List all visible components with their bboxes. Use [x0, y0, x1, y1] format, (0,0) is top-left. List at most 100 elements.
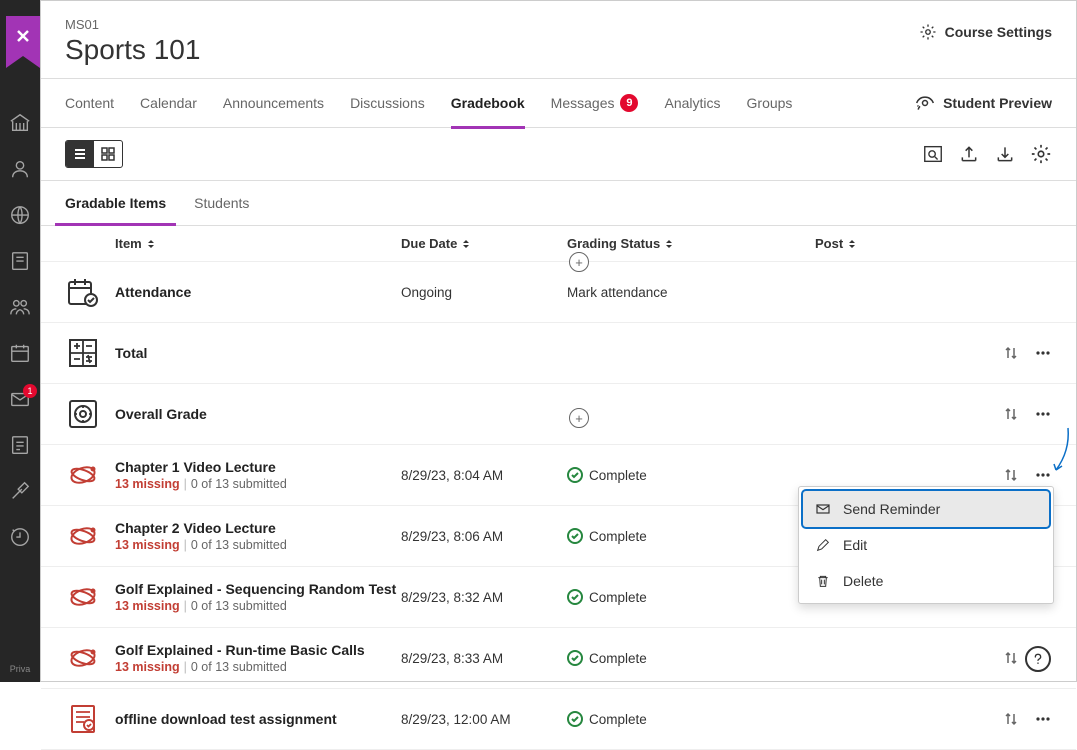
tools-icon[interactable]	[9, 480, 31, 502]
row-due-date: 8/29/23, 8:32 AM	[401, 590, 567, 605]
row-title: Chapter 2 Video Lecture	[115, 520, 401, 536]
missing-count: 13 missing	[115, 660, 180, 674]
subtab-students[interactable]: Students	[194, 181, 249, 225]
submitted-count: 0 of 13 submitted	[191, 599, 287, 613]
row-title: Golf Explained - Run-time Basic Calls	[115, 642, 401, 658]
checkmark-icon	[567, 711, 583, 727]
institution-icon[interactable]	[9, 112, 31, 134]
close-panel-button[interactable]	[6, 16, 40, 56]
menu-edit[interactable]: Edit	[803, 527, 1049, 563]
row-type-icon	[65, 335, 101, 371]
student-preview-label: Student Preview	[943, 95, 1052, 111]
grid-view-button[interactable]	[94, 141, 122, 167]
reorder-button[interactable]	[1002, 344, 1020, 362]
calendar-icon[interactable]	[9, 342, 31, 364]
submitted-count: 0 of 13 submitted	[191, 538, 287, 552]
globe-icon[interactable]	[9, 204, 31, 226]
row-due-date: 8/29/23, 8:04 AM	[401, 468, 567, 483]
tab-announcements[interactable]: Announcements	[223, 78, 324, 128]
menu-edit-label: Edit	[843, 537, 867, 553]
column-item-sort[interactable]: Item	[115, 236, 156, 251]
student-preview-button[interactable]: Student Preview	[915, 93, 1052, 113]
search-items-button[interactable]	[922, 143, 944, 165]
row-type-icon	[65, 701, 101, 737]
reorder-button[interactable]	[1002, 466, 1020, 484]
row-title: Attendance	[115, 284, 401, 300]
row-type-icon	[65, 579, 101, 615]
signout-icon[interactable]	[9, 526, 31, 548]
download-button[interactable]	[994, 143, 1016, 165]
row-title: offline download test assignment	[115, 711, 401, 727]
more-actions-button[interactable]	[1034, 344, 1052, 362]
menu-send-reminder[interactable]: Send Reminder	[803, 491, 1049, 527]
add-item-button-top[interactable]: +	[569, 252, 589, 272]
trash-icon	[815, 573, 831, 589]
close-icon	[15, 28, 31, 44]
checkmark-icon	[567, 467, 583, 483]
reorder-button[interactable]	[1002, 649, 1020, 667]
table-row[interactable]: Golf Explained - Run-time Basic Calls 13 …	[41, 628, 1076, 689]
help-button[interactable]	[1025, 646, 1051, 672]
table-row[interactable]: Total	[41, 323, 1076, 384]
course-settings-label: Course Settings	[945, 24, 1052, 40]
add-item-button-mid[interactable]: +	[569, 408, 589, 428]
gear-icon	[919, 23, 937, 41]
more-actions-button[interactable]	[1034, 466, 1052, 484]
more-actions-button[interactable]	[1034, 710, 1052, 728]
missing-count: 13 missing	[115, 599, 180, 613]
column-status-sort[interactable]: Grading Status	[567, 236, 674, 251]
row-due-date: Ongoing	[401, 285, 567, 300]
tab-content[interactable]: Content	[65, 78, 114, 128]
row-context-menu: Send Reminder Edit Delete	[798, 486, 1054, 604]
tab-groups[interactable]: Groups	[747, 78, 793, 128]
messages-rail-badge: 1	[23, 384, 37, 398]
help-icon	[1030, 651, 1046, 667]
gradebook-settings-button[interactable]	[1030, 143, 1052, 165]
pencil-icon	[815, 537, 831, 553]
reorder-button[interactable]	[1002, 710, 1020, 728]
tab-gradebook[interactable]: Gradebook	[451, 78, 525, 128]
left-rail: 1 Priva	[0, 0, 40, 682]
row-type-icon	[65, 457, 101, 493]
status-text: Complete	[589, 712, 647, 727]
table-row[interactable]: offline download test assignment 8/29/23…	[41, 689, 1076, 750]
row-due-date: 8/29/23, 8:06 AM	[401, 529, 567, 544]
list-view-button[interactable]	[66, 141, 94, 167]
status-text: Complete	[589, 590, 647, 605]
menu-delete[interactable]: Delete	[803, 563, 1049, 599]
tab-analytics[interactable]: Analytics	[664, 78, 720, 128]
row-title: Golf Explained - Sequencing Random Test	[115, 581, 401, 597]
status-text: Mark attendance	[567, 285, 668, 300]
row-type-icon	[65, 396, 101, 432]
subtab-gradable-items[interactable]: Gradable Items	[65, 181, 166, 225]
status-text: Complete	[589, 529, 647, 544]
preview-icon	[915, 93, 935, 113]
tab-discussions[interactable]: Discussions	[350, 78, 425, 128]
missing-count: 13 missing	[115, 538, 180, 552]
table-row[interactable]: Overall Grade	[41, 384, 1076, 445]
profile-icon[interactable]	[9, 158, 31, 180]
row-type-icon	[65, 640, 101, 676]
checkmark-icon	[567, 650, 583, 666]
row-title: Overall Grade	[115, 406, 401, 422]
tab-messages[interactable]: Messages9	[551, 78, 639, 128]
column-post-sort[interactable]: Post	[815, 236, 857, 251]
reorder-button[interactable]	[1002, 405, 1020, 423]
column-due-sort[interactable]: Due Date	[401, 236, 471, 251]
row-type-icon	[65, 518, 101, 554]
view-toggle	[65, 140, 123, 168]
course-settings-button[interactable]: Course Settings	[919, 23, 1052, 41]
row-due-date: 8/29/23, 12:00 AM	[401, 712, 567, 727]
grades-rail-icon[interactable]	[9, 434, 31, 456]
table-row[interactable]: Attendance Ongoing Mark attendance	[41, 262, 1076, 323]
upload-button[interactable]	[958, 143, 980, 165]
checkmark-icon	[567, 528, 583, 544]
more-actions-button[interactable]	[1034, 405, 1052, 423]
checkmark-icon	[567, 589, 583, 605]
tab-calendar[interactable]: Calendar	[140, 78, 197, 128]
course-title: Sports 101	[65, 34, 200, 66]
row-title: Chapter 1 Video Lecture	[115, 459, 401, 475]
groups-icon[interactable]	[9, 296, 31, 318]
courses-icon[interactable]	[9, 250, 31, 272]
submitted-count: 0 of 13 submitted	[191, 477, 287, 491]
